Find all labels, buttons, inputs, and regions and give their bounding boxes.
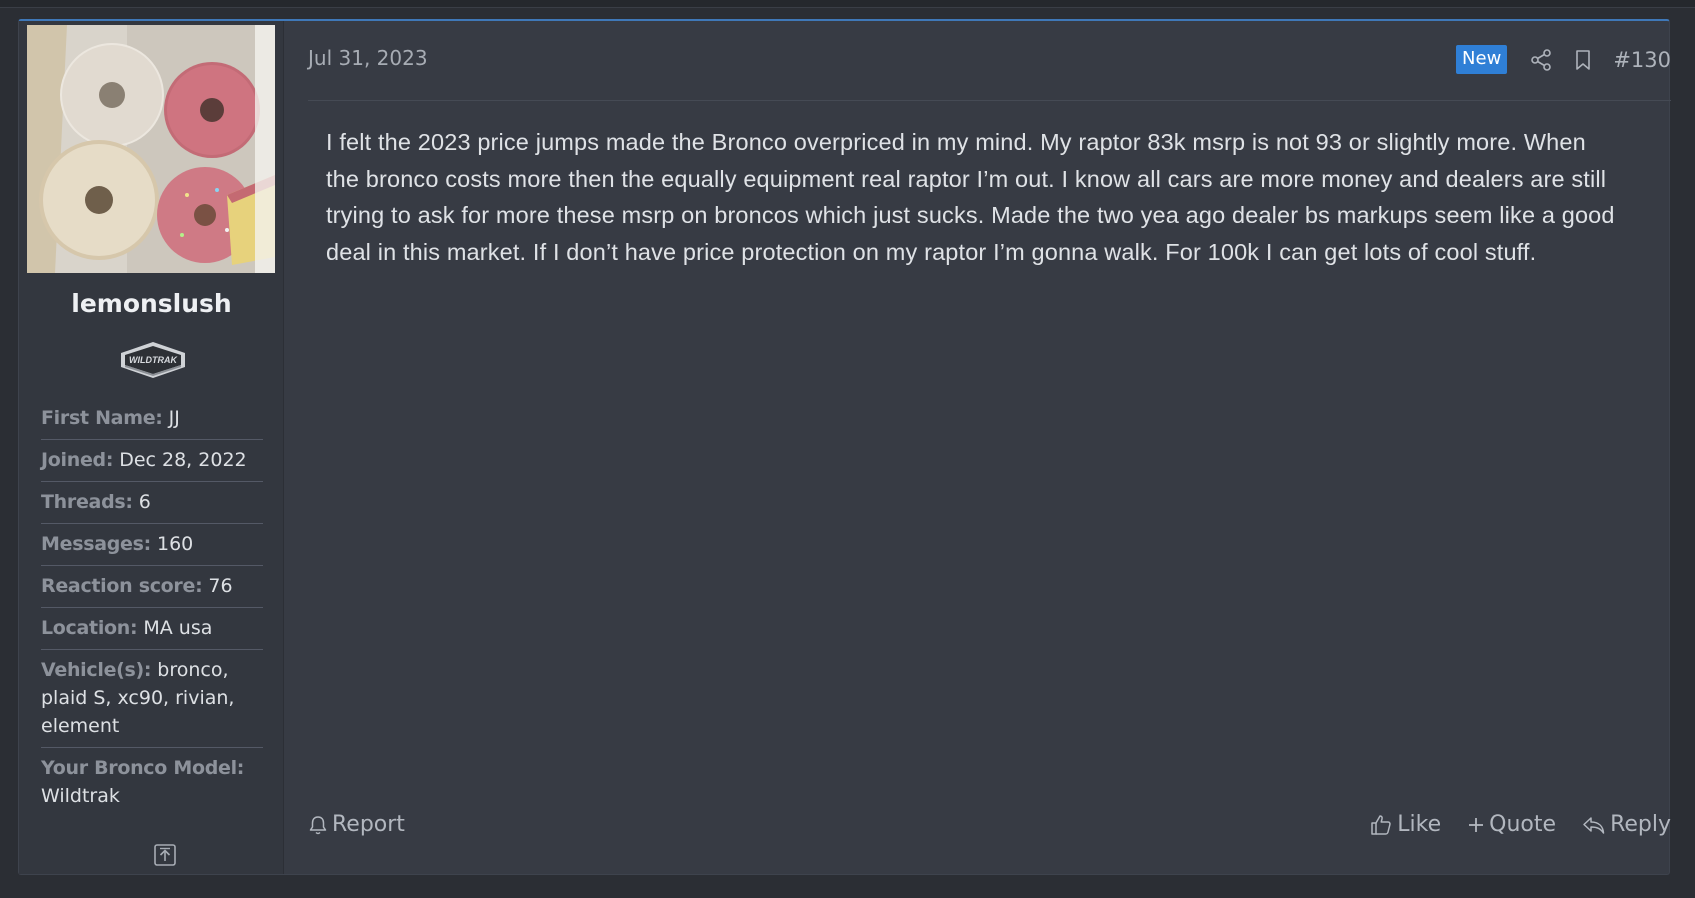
post-message: I felt the 2023 price jumps made the Bro… [326, 129, 1615, 265]
stat-messages: Messages: 160 [41, 524, 263, 566]
stat-joined: Joined: Dec 28, 2022 [41, 440, 263, 482]
plus-icon [1469, 817, 1484, 832]
quote-button[interactable]: Quote [1467, 812, 1556, 837]
stat-label: Vehicle(s): [41, 659, 152, 681]
share-icon [1531, 48, 1552, 71]
stat-value[interactable]: MA usa [143, 617, 212, 639]
wildtrak-badge-icon: WILDTRAK [121, 342, 185, 378]
stat-label: Joined: [41, 449, 114, 471]
bookmark-button[interactable] [1571, 48, 1595, 72]
stat-label: Your Bronco Model: [41, 757, 245, 779]
post-header-actions: New #130 [1456, 45, 1671, 74]
stat-location: Location: MA usa [41, 608, 263, 650]
bell-icon [309, 815, 327, 834]
username[interactable]: lemonslush [19, 289, 284, 318]
reply-icon [1583, 816, 1605, 834]
reply-button[interactable]: Reply [1582, 812, 1671, 837]
like-label: Like [1397, 812, 1442, 837]
new-badge: New [1456, 45, 1508, 74]
stat-bronco-model: Your Bronco Model: Wildtrak [41, 748, 263, 817]
top-bar [0, 0, 1695, 8]
user-info-sidebar: lemonslush WILDTRAK First Name: JJ Joine… [19, 21, 284, 874]
stat-label: Location: [41, 617, 138, 639]
stat-threads: Threads: 6 [41, 482, 263, 524]
svg-text:WILDTRAK: WILDTRAK [129, 355, 178, 365]
post-footer-right: Like Quote Reply [1343, 812, 1671, 837]
stat-value: Wildtrak [41, 785, 120, 807]
stat-label: First Name: [41, 407, 163, 429]
like-button[interactable]: Like [1369, 812, 1441, 837]
stat-label: Messages: [41, 533, 151, 555]
stat-reaction-score: Reaction score: 76 [41, 566, 263, 608]
report-button[interactable]: Report [308, 812, 405, 837]
post-date[interactable]: Jul 31, 2023 [308, 46, 428, 70]
stat-value[interactable]: 6 [139, 491, 151, 513]
stat-value: JJ [168, 407, 180, 429]
stat-label: Reaction score: [41, 575, 203, 597]
reply-label: Reply [1610, 812, 1671, 837]
post-footer-left: Report [308, 812, 405, 837]
bookmark-icon [1576, 49, 1591, 70]
stat-value[interactable]: 160 [157, 533, 193, 555]
stat-label: Threads: [41, 491, 133, 513]
scroll-up-button[interactable] [153, 843, 177, 867]
quote-label: Quote [1489, 812, 1557, 837]
post-number-link[interactable]: #130 [1613, 48, 1671, 72]
stat-vehicles: Vehicle(s): bronco, plaid S, xc90, rivia… [41, 650, 263, 748]
avatar[interactable] [27, 25, 275, 273]
stat-value: Dec 28, 2022 [119, 449, 247, 471]
arrow-up-box-icon [154, 844, 176, 866]
report-label: Report [332, 812, 405, 837]
user-stats: First Name: JJ Joined: Dec 28, 2022 Thre… [41, 398, 263, 817]
wildtrak-badge: WILDTRAK [117, 339, 189, 381]
header-divider [308, 100, 1671, 101]
avatar-image [27, 25, 275, 273]
thumbs-up-icon [1371, 814, 1392, 835]
stat-first-name: First Name: JJ [41, 398, 263, 440]
share-button[interactable] [1529, 48, 1553, 72]
stat-value: 76 [208, 575, 233, 597]
